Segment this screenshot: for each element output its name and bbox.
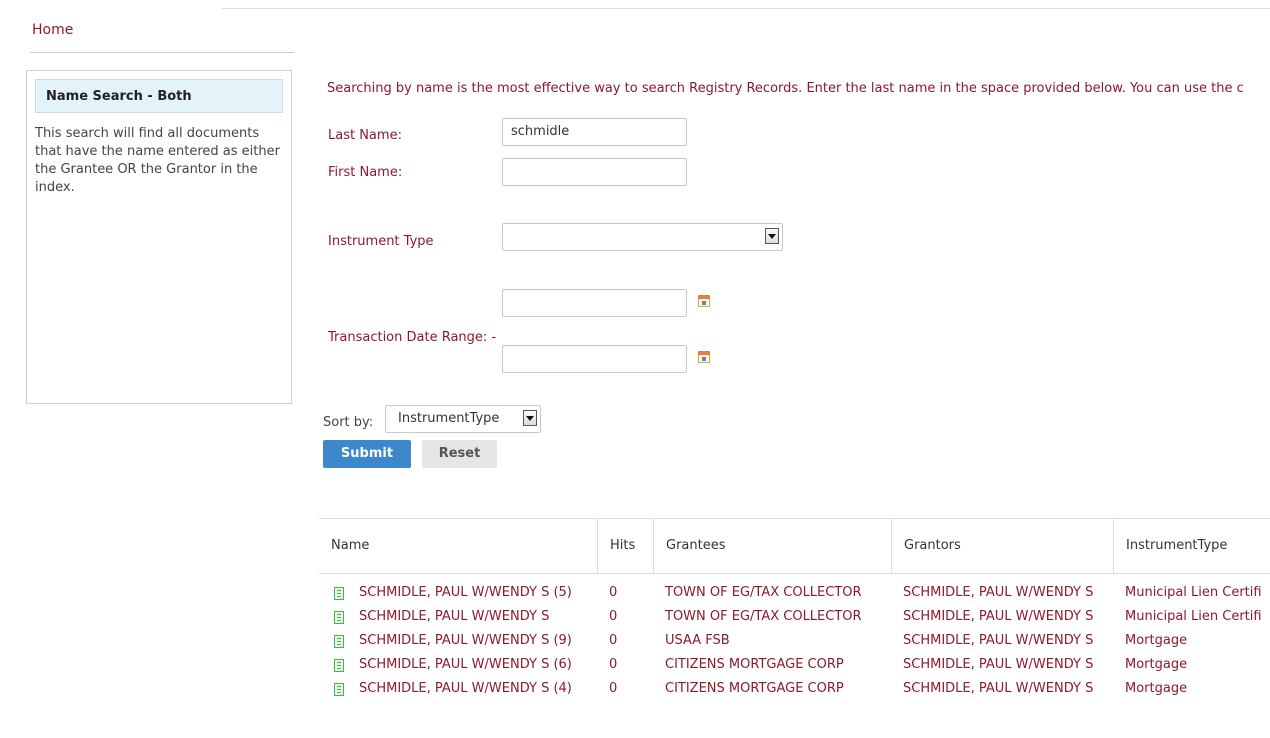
instrument-type-select[interactable] [502, 223, 783, 251]
panel-title: Name Search - Both [35, 79, 283, 113]
cell-hits: 0 [609, 633, 618, 648]
result-name-link[interactable]: SCHMIDLE, PAUL W/WENDY S [359, 605, 549, 629]
cell-instrument-type: Mortgage [1125, 681, 1188, 696]
document-icon [334, 683, 344, 696]
cell-name: SCHMIDLE, PAUL W/WENDY S [319, 605, 597, 629]
date-from-input[interactable] [502, 289, 687, 317]
panel-description: This search will find all documents that… [35, 126, 280, 195]
cell-grantees: CITIZENS MORTGAGE CORP [665, 681, 844, 696]
sort-select[interactable]: InstrumentType [385, 405, 541, 433]
cell-hits: 0 [609, 681, 618, 696]
reset-button[interactable]: Reset [422, 440, 497, 468]
submit-button[interactable]: Submit [323, 440, 411, 468]
cell-instrument-type: Municipal Lien Certifi [1125, 585, 1262, 600]
first-name-label: First Name: [328, 165, 403, 180]
cell-instrument-type: Mortgage [1125, 657, 1188, 672]
cell-grantees: TOWN OF EG/TAX COLLECTOR [665, 585, 862, 600]
cell-grantors: SCHMIDLE, PAUL W/WENDY S [903, 633, 1094, 648]
cell-grantees: USAA FSB [665, 633, 730, 648]
column-header-grantors[interactable]: Grantors [891, 519, 1113, 573]
document-icon [334, 611, 344, 624]
cell-grantees: TOWN OF EG/TAX COLLECTOR [665, 609, 862, 624]
breadcrumb-divider [30, 52, 294, 53]
calendar-icon[interactable] [698, 351, 710, 363]
last-name-label: Last Name: [328, 128, 402, 143]
breadcrumb-home[interactable]: Home [32, 22, 73, 38]
document-icon [334, 587, 344, 600]
cell-grantors: SCHMIDLE, PAUL W/WENDY S [903, 681, 1094, 696]
date-range-label: Transaction Date Range: - [328, 330, 496, 345]
cell-hits: 0 [609, 585, 618, 600]
cell-instrument-type: Mortgage [1125, 633, 1188, 648]
column-header-hits[interactable]: Hits [597, 519, 653, 573]
column-header-name[interactable]: Name [319, 519, 597, 573]
document-icon [334, 659, 344, 672]
cell-name: SCHMIDLE, PAUL W/WENDY S (6) [319, 653, 597, 677]
result-name-link[interactable]: SCHMIDLE, PAUL W/WENDY S (4) [359, 677, 572, 701]
chevron-down-icon[interactable] [523, 410, 537, 426]
cell-grantors: SCHMIDLE, PAUL W/WENDY S [903, 609, 1094, 624]
result-name-link[interactable]: SCHMIDLE, PAUL W/WENDY S (5) [359, 581, 572, 605]
table-row[interactable]: SCHMIDLE, PAUL W/WENDY S (6) 0 CITIZENS MO… [319, 653, 1270, 677]
date-range-text: Transaction Date Range: [328, 330, 488, 345]
cell-hits: 0 [609, 657, 618, 672]
cell-name: SCHMIDLE, PAUL W/WENDY S (5) [319, 581, 597, 605]
cell-grantees: CITIZENS MORTGAGE CORP [665, 657, 844, 672]
chevron-down-icon[interactable] [765, 228, 779, 244]
cell-hits: 0 [609, 609, 618, 624]
last-name-input[interactable]: schmidle [502, 118, 687, 146]
column-header-instrument-type[interactable]: InstrumentType [1113, 519, 1270, 573]
table-body: SCHMIDLE, PAUL W/WENDY S (5) 0 TOWN OF EG/… [319, 574, 1270, 701]
intro-text: Searching by name is the most effective … [327, 81, 1244, 96]
sort-value: InstrumentType [398, 411, 500, 426]
results-table: Name Hits Grantees Grantors InstrumentTy… [319, 518, 1270, 701]
sort-label: Sort by: [323, 415, 374, 430]
top-divider [222, 8, 1270, 9]
search-info-panel: Name Search - Both This search will find… [26, 70, 292, 404]
column-header-grantees[interactable]: Grantees [653, 519, 891, 573]
instrument-type-label: Instrument Type [328, 234, 434, 249]
cell-name: SCHMIDLE, PAUL W/WENDY S (9) [319, 629, 597, 653]
document-icon [334, 635, 344, 648]
date-to-input[interactable] [502, 345, 687, 373]
cell-instrument-type: Municipal Lien Certifi [1125, 609, 1262, 624]
table-row[interactable]: SCHMIDLE, PAUL W/WENDY S 0 TOWN OF EG/TAX … [319, 605, 1270, 629]
first-name-input[interactable] [502, 158, 687, 186]
calendar-icon[interactable] [698, 295, 710, 307]
table-header: Name Hits Grantees Grantors InstrumentTy… [319, 518, 1270, 574]
result-name-link[interactable]: SCHMIDLE, PAUL W/WENDY S (9) [359, 629, 572, 653]
table-row[interactable]: SCHMIDLE, PAUL W/WENDY S (9) 0 USAA FSB SCH… [319, 629, 1270, 653]
table-row[interactable]: SCHMIDLE, PAUL W/WENDY S (5) 0 TOWN OF EG/… [319, 581, 1270, 605]
table-row[interactable]: SCHMIDLE, PAUL W/WENDY S (4) 0 CITIZENS MO… [319, 677, 1270, 701]
cell-name: SCHMIDLE, PAUL W/WENDY S (4) [319, 677, 597, 701]
cell-grantors: SCHMIDLE, PAUL W/WENDY S [903, 585, 1094, 600]
result-name-link[interactable]: SCHMIDLE, PAUL W/WENDY S (6) [359, 653, 572, 677]
cell-grantors: SCHMIDLE, PAUL W/WENDY S [903, 657, 1094, 672]
date-range-separator: - [491, 330, 497, 345]
